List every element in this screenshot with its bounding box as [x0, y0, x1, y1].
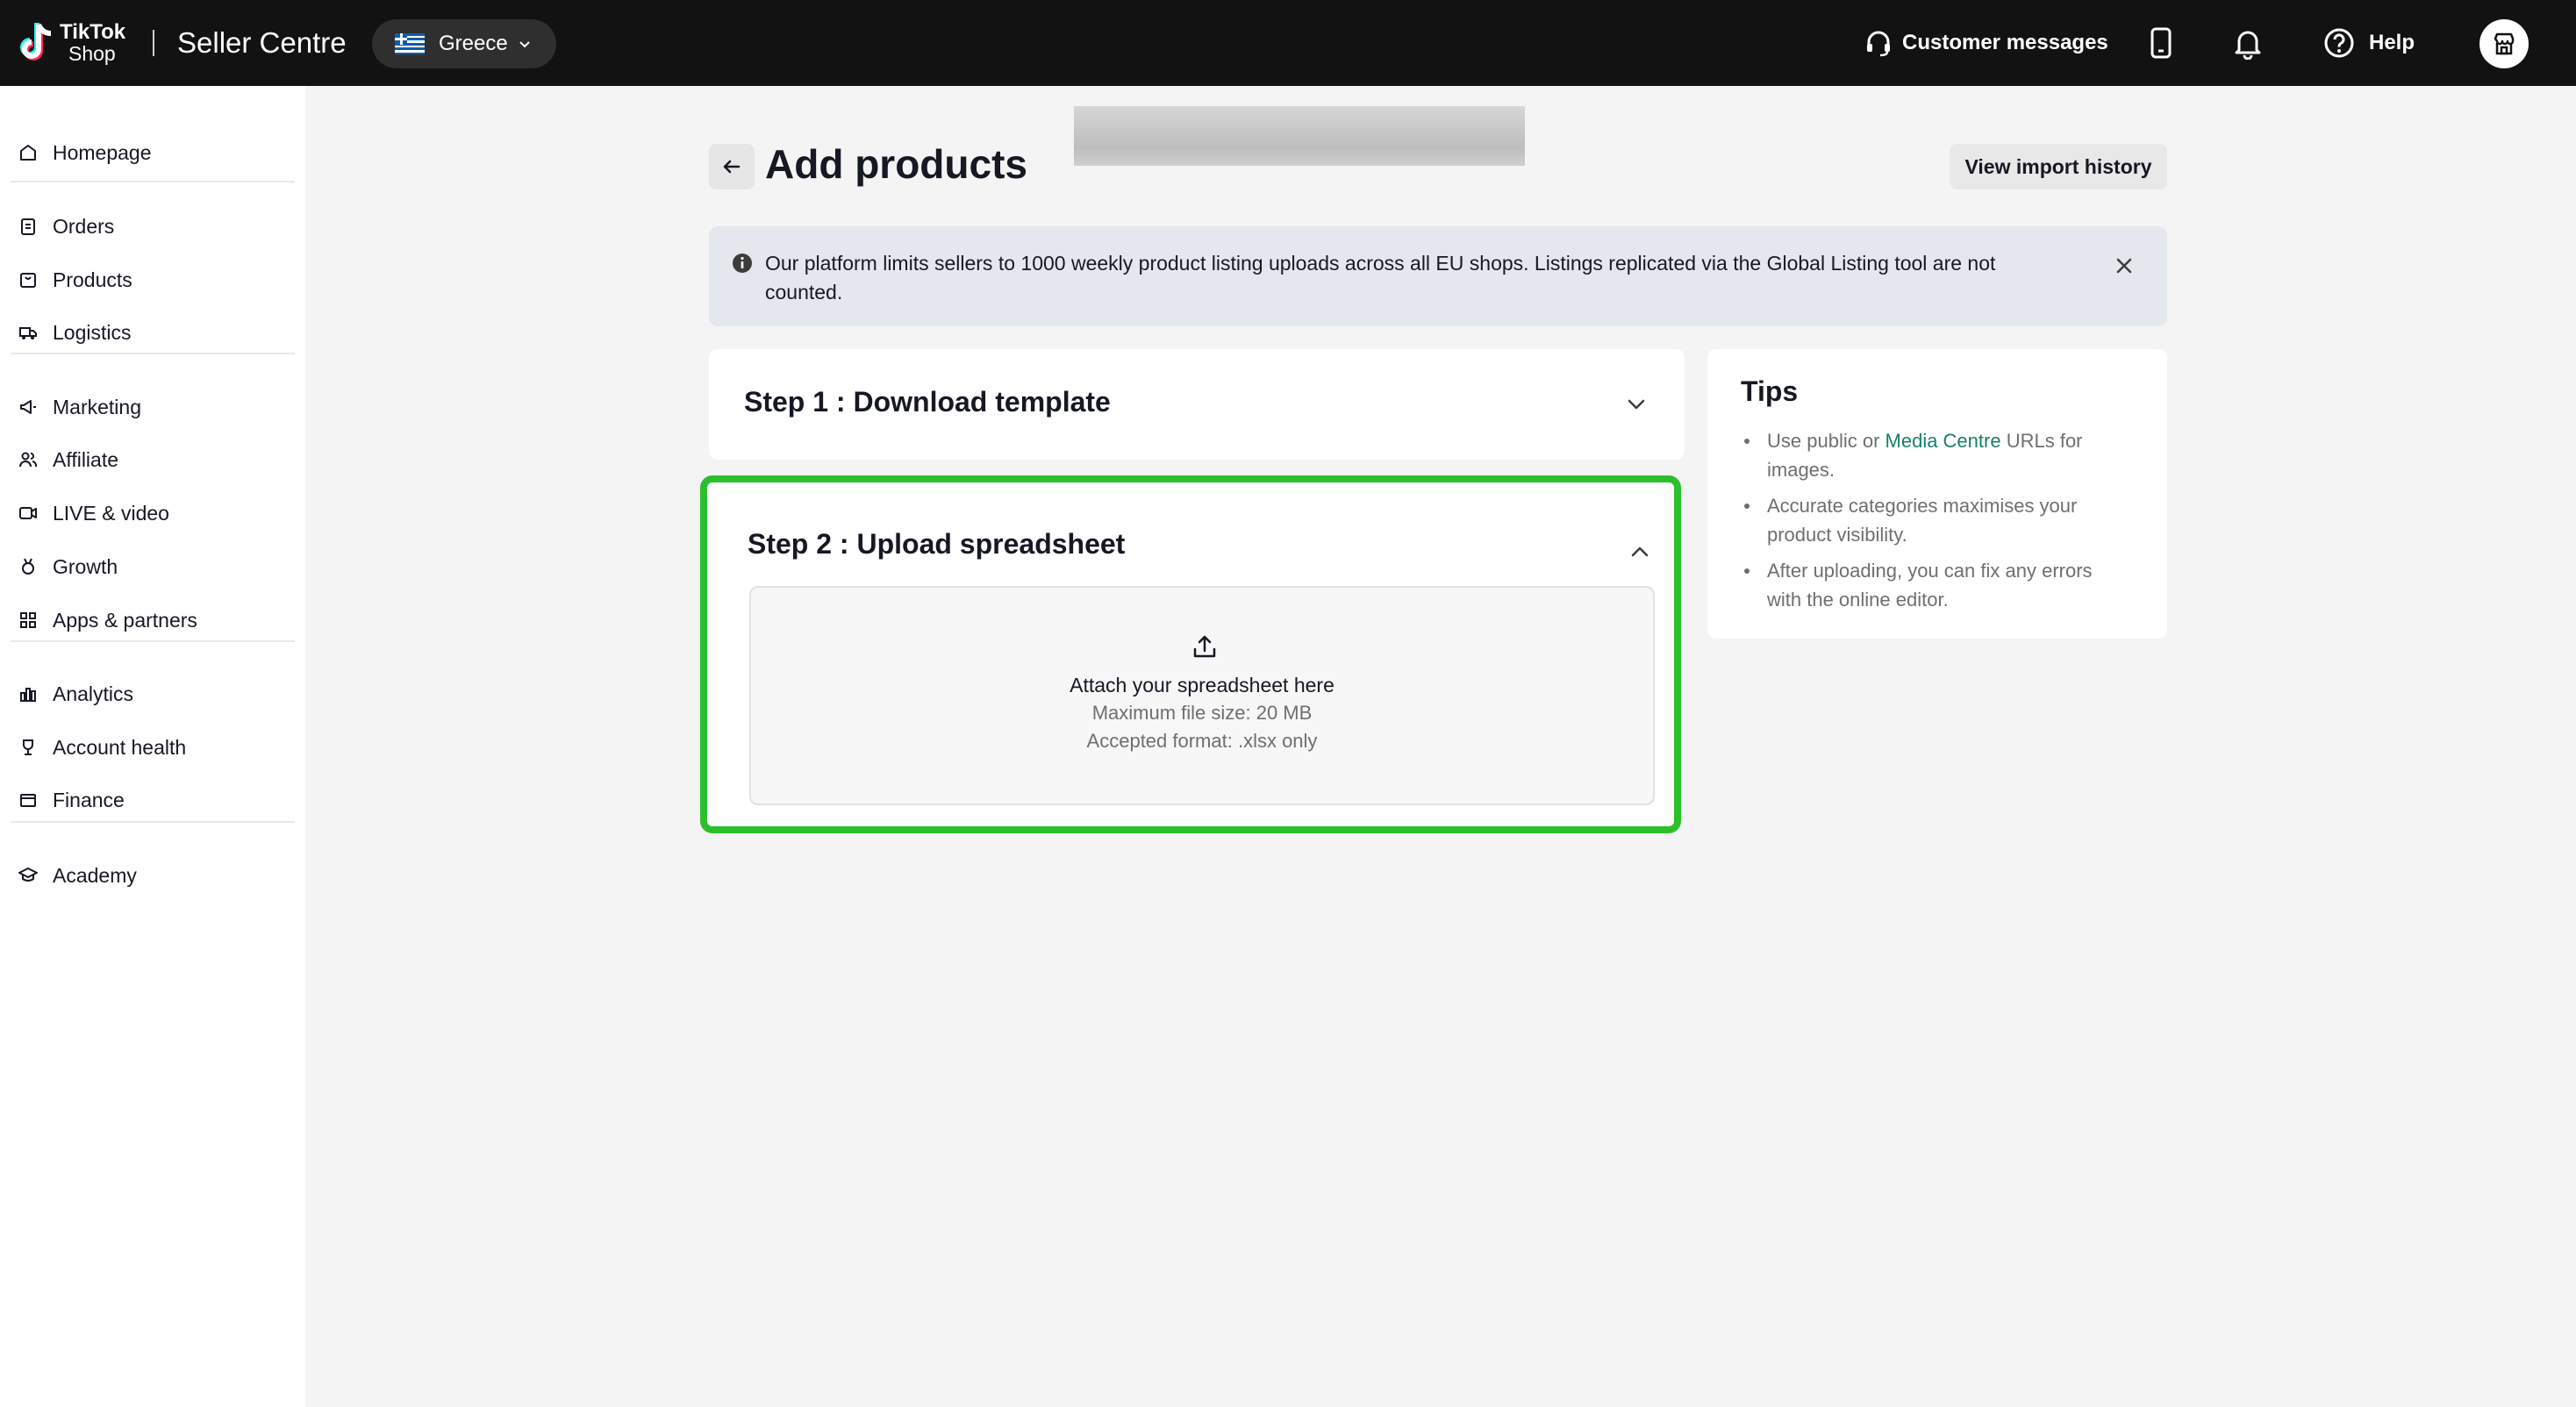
sidebar-item-products[interactable]: Products — [18, 262, 132, 297]
sidebar-item-marketing[interactable]: Marketing — [18, 389, 141, 425]
customer-messages-button[interactable]: Customer messages — [1864, 0, 2108, 86]
back-button[interactable] — [709, 144, 755, 189]
tip-item: After uploading, you can fix any errors … — [1741, 556, 2127, 614]
file-dropzone[interactable]: Attach your spreadsheet here Maximum fil… — [749, 586, 1655, 805]
megaphone-icon — [20, 400, 36, 414]
chart-icon — [20, 688, 36, 702]
step2-upload-spreadsheet: Step 2 : Upload spreadsheet Attach your … — [700, 475, 1681, 833]
sidebar-item-account-health[interactable]: Account health — [18, 730, 186, 765]
question-circle-icon — [2324, 28, 2354, 58]
sidebar-item-label: Academy — [53, 863, 137, 887]
bell-icon — [2235, 31, 2261, 60]
dropzone-instruction: Attach your spreadsheet here — [1070, 674, 1335, 696]
sidebar-item-label: Affiliate — [53, 447, 119, 471]
trophy-icon — [23, 739, 33, 755]
accepted-format-text: Accepted format: .xlsx only — [1086, 730, 1318, 752]
tips-panel: Tips Use public or Media Centre URLs for… — [1707, 349, 2167, 639]
sidebar-item-label: Marketing — [53, 395, 141, 418]
clipboard-icon — [21, 218, 35, 235]
step1-download-template[interactable]: Step 1 : Download template — [709, 349, 1685, 460]
page-title: Add products — [765, 141, 1027, 187]
box-icon — [20, 273, 36, 288]
home-icon — [20, 145, 36, 161]
logo-line2: Shop — [68, 42, 116, 65]
tiktok-note-icon — [18, 19, 56, 67]
app-title: Seller Centre — [177, 26, 347, 59]
redacted-region — [1074, 106, 1525, 166]
sidebar-item-growth[interactable]: Growth — [18, 549, 118, 584]
chevron-up-icon[interactable] — [1628, 540, 1651, 563]
tiktok-shop-logo[interactable]: TikTok Shop — [18, 19, 125, 67]
sidebar-item-apps-partners[interactable]: Apps & partners — [18, 603, 197, 638]
view-import-history-button[interactable]: View import history — [1950, 144, 2167, 189]
upload-limit-notice: Our platform limits sellers to 1000 week… — [709, 226, 2167, 326]
info-icon — [733, 254, 752, 273]
sidebar-item-logistics[interactable]: Logistics — [18, 315, 131, 350]
sidebar-item-analytics[interactable]: Analytics — [18, 676, 133, 711]
sidebar-divider — [11, 181, 295, 182]
step1-title: Step 1 : Download template — [744, 386, 1111, 418]
sidebar-item-label: Account health — [53, 735, 187, 759]
sidebar-item-finance[interactable]: Finance — [18, 782, 125, 818]
greece-flag-icon — [395, 33, 425, 54]
grid-icon — [20, 612, 36, 628]
sidebar-item-label: Analytics — [53, 682, 134, 705]
chevron-down-icon[interactable] — [1625, 393, 1648, 416]
sidebar-divider — [11, 640, 295, 642]
media-centre-link[interactable]: Media Centre — [1885, 430, 2001, 452]
tip-text: Use public or — [1767, 430, 1885, 452]
help-label: Help — [2369, 31, 2415, 54]
sidebar-item-homepage[interactable]: Homepage — [18, 135, 152, 170]
medal-icon — [22, 558, 34, 575]
sidebar-item-label: Logistics — [53, 320, 132, 344]
chevron-down-icon — [519, 41, 530, 48]
sidebar-item-label: Apps & partners — [53, 608, 197, 632]
sidebar-divider — [11, 821, 295, 823]
notice-text: Our platform limits sellers to 1000 week… — [765, 252, 1996, 304]
truck-icon — [19, 327, 37, 339]
customer-messages-label: Customer messages — [1902, 31, 2108, 54]
video-icon — [19, 507, 37, 519]
users-icon — [19, 452, 38, 468]
store-icon — [2494, 32, 2515, 55]
notifications-button[interactable] — [2232, 0, 2264, 86]
graduation-cap-icon — [18, 868, 38, 882]
upload-icon — [1193, 635, 1216, 658]
header-divider — [153, 30, 154, 56]
sidebar: Homepage Orders Products Logistics Marke… — [0, 86, 305, 1407]
mobile-app-button[interactable] — [2146, 0, 2176, 86]
logo-line1: TikTok — [60, 20, 126, 44]
wallet-icon — [20, 794, 36, 807]
sidebar-item-orders[interactable]: Orders — [18, 209, 114, 244]
phone-icon — [2150, 27, 2172, 59]
sidebar-item-academy[interactable]: Academy — [18, 858, 137, 893]
region-label: Greece — [439, 32, 508, 55]
sidebar-item-affiliate[interactable]: Affiliate — [18, 442, 118, 477]
shop-avatar[interactable] — [2479, 19, 2529, 68]
sidebar-divider — [11, 353, 295, 354]
max-file-size-text: Maximum file size: 20 MB — [1091, 702, 1313, 724]
top-bar: TikTok Shop Seller Centre Greece Custome… — [0, 0, 2576, 86]
sidebar-item-label: Products — [53, 268, 132, 291]
tips-title: Tips — [1741, 375, 1799, 407]
sidebar-item-label: Finance — [53, 788, 125, 811]
headset-icon — [1867, 31, 1890, 57]
sidebar-item-label: Orders — [53, 214, 115, 238]
tip-item: Accurate categories maximises your produ… — [1741, 491, 2127, 549]
help-button[interactable]: Help — [2323, 0, 2415, 86]
arrow-left-icon — [723, 160, 741, 174]
sidebar-item-label: Homepage — [53, 140, 152, 164]
close-icon[interactable] — [2114, 256, 2134, 275]
sidebar-item-label: LIVE & video — [53, 501, 169, 525]
sidebar-item-live-video[interactable]: LIVE & video — [18, 496, 169, 531]
step2-title: Step 2 : Upload spreadsheet — [748, 528, 1126, 560]
sidebar-item-label: Growth — [53, 554, 118, 578]
tip-item: Use public or Media Centre URLs for imag… — [1741, 426, 2127, 484]
region-selector[interactable]: Greece — [372, 19, 556, 68]
